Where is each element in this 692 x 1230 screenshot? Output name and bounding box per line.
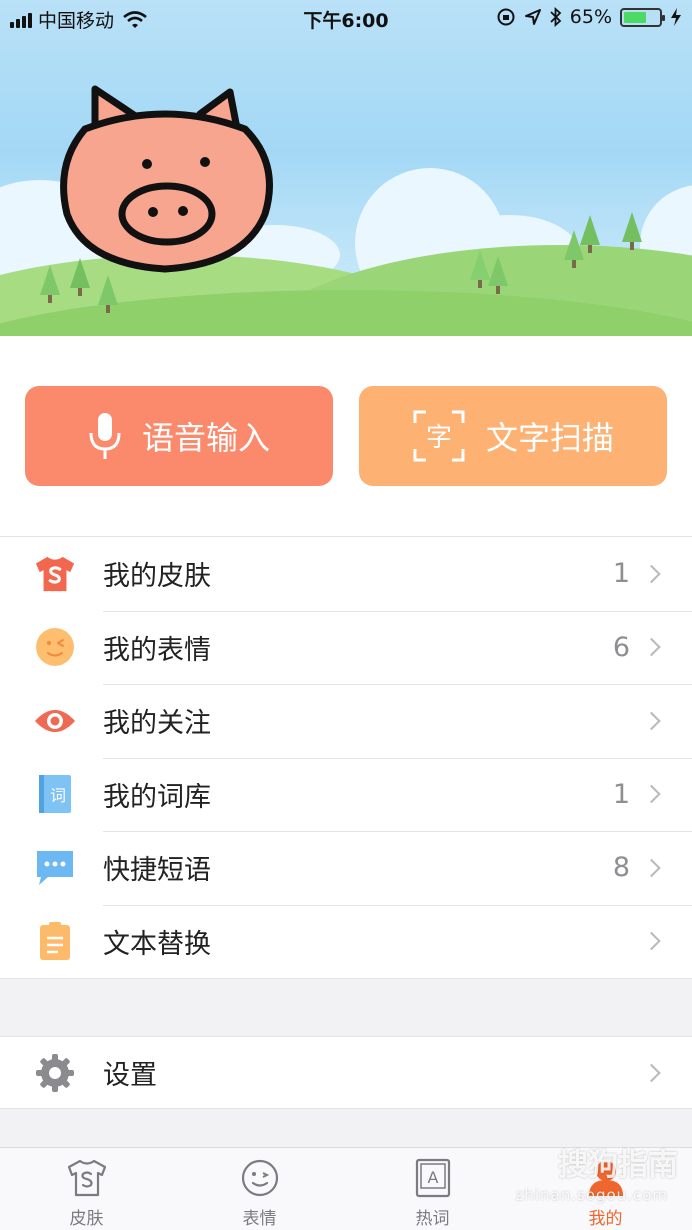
chevron-right-icon [642,785,661,804]
voice-input-label: 语音输入 [141,419,270,457]
battery-percent: 65% [569,6,612,28]
settings-row[interactable]: 设置 [0,1036,692,1109]
menu-item-count: 6 [612,631,630,663]
text-scan-button[interactable]: 字 文字扫描 [359,386,667,486]
quick-actions: 语音输入 字 文字扫描 [0,336,692,536]
menu-item-text-replacement[interactable]: 文本替换 [0,904,692,979]
gear-icon [34,1052,76,1094]
scan-glyph: 字 [426,423,452,453]
tab-hot-words[interactable]: A 热词 [346,1148,519,1230]
menu-item-my-dictionary[interactable]: 词 我的词库 1 [0,757,692,832]
menu-item-label: 快捷短语 [103,855,211,887]
charging-bolt-icon [671,8,681,26]
watermark: 搜狗指南 [558,1148,678,1183]
smiley-icon [241,1159,278,1197]
menu-item-quick-phrases[interactable]: 快捷短语 8 [0,831,692,905]
menu-item-label: 我的表情 [103,634,211,666]
menu-item-my-follows[interactable]: 我的关注 [0,684,692,758]
menu-item-label: 我的词库 [103,781,211,813]
menu-item-label: 我的皮肤 [103,561,211,593]
tab-label: 我的 [588,1209,623,1229]
watermark-url: zhinan.sogou.com [515,1186,668,1204]
book-icon: 词 [34,773,76,815]
menu-item-label: 我的关注 [103,708,211,740]
menu-item-label: 文本替换 [103,928,211,960]
eye-icon [34,700,76,742]
tree [470,250,490,288]
chevron-right-icon [642,711,661,730]
hot-word-icon: A [415,1158,450,1198]
menu-item-my-stickers[interactable]: 我的表情 6 [0,610,692,685]
voice-input-button[interactable]: 语音输入 [25,386,333,486]
chevron-right-icon [642,564,661,583]
microphone-icon [89,413,121,459]
chevron-right-icon [642,638,661,657]
menu-item-my-skins[interactable]: 我的皮肤 1 [0,537,692,611]
tree [98,275,118,313]
tab-label: 皮肤 [69,1209,104,1229]
avatar[interactable] [55,84,285,279]
location-arrow-icon [524,9,541,25]
battery-icon [620,7,665,27]
rotation-lock-icon [497,8,515,26]
settings-label: 设置 [103,1060,157,1091]
tree [580,215,600,253]
scan-frame-icon: 字 [413,410,465,462]
text-scan-label: 文字扫描 [485,419,614,457]
chat-bubble-icon [34,847,76,889]
menu-item-count: 1 [612,778,630,810]
menu-item-count: 8 [612,852,630,884]
book-glyph: 词 [50,786,66,805]
status-bar: 中国移动 下午6:00 65% [0,0,692,36]
profile-header-banner: 中国移动 下午6:00 65% [0,0,692,336]
tshirt-outline-icon [67,1159,106,1197]
tshirt-icon [34,553,76,595]
tree [488,256,508,294]
tab-label: 热词 [415,1209,450,1229]
battery-level [624,11,647,23]
chevron-right-icon [642,932,661,951]
chevron-right-icon [642,1063,661,1082]
menu-list: 我的皮肤 1 我的表情 6 我的关注 词 我的词库 1 快捷短语 8 文本替换 [0,536,692,979]
tab-label: 表情 [242,1209,277,1229]
menu-item-count: 1 [612,558,630,590]
bluetooth-icon [550,7,562,27]
tab-stickers[interactable]: 表情 [173,1148,346,1230]
tree [622,212,642,250]
chevron-right-icon [642,858,661,877]
tab-skins[interactable]: 皮肤 [0,1148,173,1230]
wink-face-icon [34,626,76,668]
hot-word-glyph: A [427,1168,438,1187]
clipboard-icon [34,920,76,962]
